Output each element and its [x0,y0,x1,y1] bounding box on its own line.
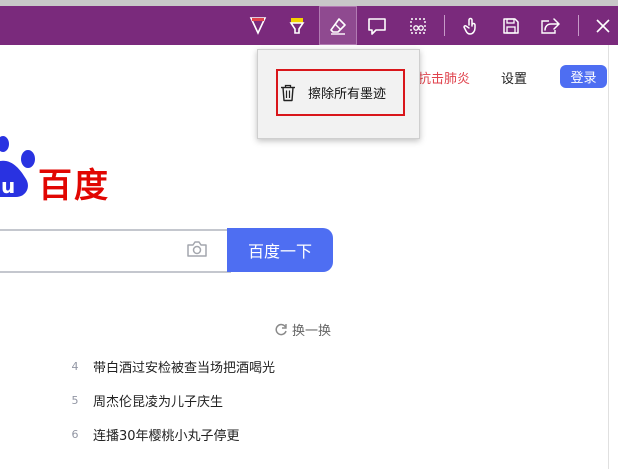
share-icon [541,17,560,34]
trash-icon [281,84,295,101]
web-note-toolbar [0,6,618,45]
hot-rank: 5 [71,394,79,407]
clear-all-ink-menu-item[interactable]: 擦除所有墨迹 [280,83,386,102]
share-note-button[interactable] [535,6,565,45]
add-note-tool[interactable] [362,6,392,45]
highlighter-icon [289,17,305,34]
highlighter-tool[interactable] [282,6,312,45]
hot-rank: 4 [71,360,79,373]
toolbar-divider [444,15,445,36]
save-note-button[interactable] [496,6,526,45]
login-button[interactable]: 登录 [560,65,607,88]
clear-all-ink-label: 擦除所有墨迹 [308,87,387,102]
hot-title: 带白酒过安检被查当场把酒喝光 [93,361,276,376]
refresh-hot-button[interactable]: 换一换 [274,320,331,339]
refresh-label: 换一换 [292,324,332,339]
camera-icon[interactable] [186,240,208,258]
eraser-icon [330,17,346,35]
touch-icon [463,17,476,35]
pen-icon [249,16,267,35]
toolbar-divider [578,15,579,36]
exit-note-button[interactable] [589,6,617,45]
nav-link-fight-pneumonia[interactable]: 抗击肺炎 [418,68,470,87]
save-icon [503,17,519,34]
refresh-icon [275,323,287,335]
close-icon [596,18,610,33]
ballpoint-pen-tool[interactable] [243,6,273,45]
hot-list-item[interactable]: 6 连播30年樱桃小丸子停更 [68,425,240,444]
eraser-dropdown-menu: 擦除所有墨迹 [257,49,420,139]
eraser-tool[interactable] [319,6,357,45]
clip-icon [410,17,426,34]
hot-list-item[interactable]: 5 周杰伦昆凌为儿子庆生 [68,391,224,410]
hot-list-item[interactable]: 4 带白酒过安检被查当场把酒喝光 [68,357,276,376]
page-right-edge [608,45,609,469]
note-icon [368,17,386,35]
logo-partial-letters: u [1,174,15,198]
baidu-paw-logo-icon: u [0,136,35,198]
hot-rank: 6 [71,428,79,441]
hot-title: 周杰伦昆凌为儿子庆生 [93,395,224,410]
search-button[interactable]: 百度一下 [227,228,333,272]
nav-link-settings[interactable]: 设置 [501,68,527,87]
hot-title: 连播30年樱桃小丸子停更 [93,429,240,444]
touch-write-tool[interactable] [456,6,486,45]
clip-tool[interactable] [402,6,434,45]
baidu-logo-text: 百度 [38,166,110,206]
